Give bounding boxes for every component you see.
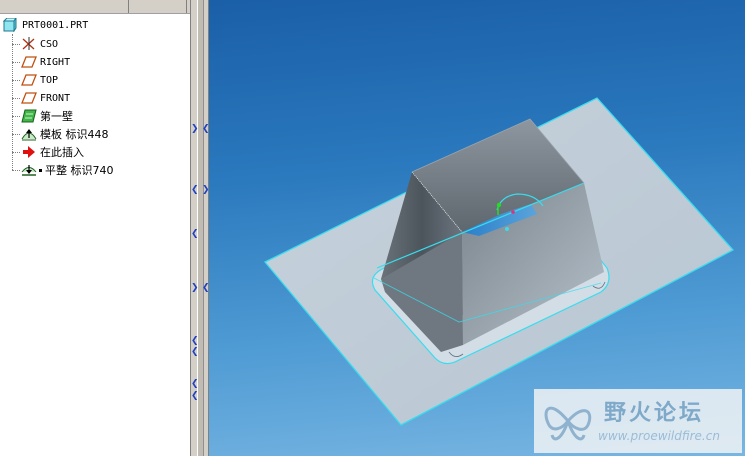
sheetmetal-model[interactable]: [209, 0, 745, 456]
tree-connector: [12, 34, 13, 170]
tree-item-first-wall[interactable]: 第一壁: [21, 107, 73, 125]
tree-connector: [12, 80, 20, 81]
tree-item-label: 模板 标识448: [40, 128, 109, 141]
tree-root-label: PRT0001.PRT: [22, 19, 89, 31]
tree-root-part[interactable]: PRT0001.PRT: [3, 16, 88, 34]
insert-here-arrow-icon: [21, 145, 37, 159]
first-wall-icon: [21, 109, 37, 123]
tree-item-front[interactable]: FRONT: [21, 89, 70, 107]
coordinate-origin-marker: [511, 210, 515, 214]
tree-item-label: 平整 标识740: [45, 164, 114, 177]
tree-item-label: FRONT: [40, 92, 71, 104]
header-separator: [186, 0, 187, 13]
splitter-arrow-icon: ❮: [191, 391, 199, 401]
suppressed-marker: [39, 168, 42, 172]
tree-connector: [12, 98, 20, 99]
tree-item-right[interactable]: RIGHT: [21, 53, 70, 71]
flatten-icon: [21, 163, 37, 177]
graphics-viewport[interactable]: 野火论坛 www.proewildfire.cn: [209, 0, 745, 456]
butterfly-logo-icon: [544, 406, 592, 441]
form-icon: [21, 127, 37, 141]
watermark-url: www.proewildfire.cn: [598, 429, 720, 443]
splitter-arrow-icon: ❮: [191, 379, 199, 389]
splitter-arrow-icon: ❮: [191, 229, 199, 239]
datum-plane-icon: [21, 91, 37, 105]
tree-connector: [12, 152, 20, 153]
coordinate-system-icon: [21, 37, 37, 51]
tree-item-cso[interactable]: CSO: [21, 35, 58, 53]
panel-splitter[interactable]: ❯ ❮ ❯ ❮ ❮ ❯ ❮ ❮ ❮ ❮ ❮: [191, 0, 210, 456]
splitter-arrow-icon: ❯: [191, 283, 199, 293]
tree-item-label: CSO: [40, 38, 59, 50]
forum-watermark: 野火论坛 www.proewildfire.cn: [534, 389, 742, 453]
tree-connector: [12, 170, 20, 171]
datum-plane-icon: [21, 73, 37, 87]
tree-item-label: 在此插入: [40, 146, 84, 159]
splitter-arrow-icon: ❯: [191, 124, 199, 134]
tree-item-label: TOP: [40, 74, 59, 86]
tree-connector: [12, 62, 20, 63]
tree-item-insert-here[interactable]: 在此插入: [21, 143, 84, 161]
tree-connector: [12, 116, 20, 117]
tree-connector: [12, 44, 20, 45]
tree-item-form[interactable]: 模板 标识448: [21, 125, 109, 143]
tree-item-flatten[interactable]: 平整 标识740: [21, 161, 114, 179]
header-separator: [128, 0, 129, 13]
tree-item-label: RIGHT: [40, 56, 71, 68]
watermark-title: 野火论坛: [604, 401, 705, 426]
coordinate-origin-marker: [505, 227, 509, 231]
coordinate-origin-marker: [496, 202, 502, 208]
splitter-arrow-icon: ❮: [191, 347, 199, 357]
tree-item-label: 第一壁: [40, 110, 73, 123]
tree-connector: [12, 134, 20, 135]
splitter-arrow-icon: ❮: [191, 336, 199, 346]
model-tree-header: [0, 0, 190, 14]
tree-item-top[interactable]: TOP: [21, 71, 58, 89]
splitter-arrow-icon: ❮: [191, 185, 199, 195]
model-tree-panel: PRT0001.PRT CSO RIGHT TOP FRONT 第一壁 模板 标…: [0, 0, 191, 456]
datum-plane-icon: [21, 55, 37, 69]
part-icon: [3, 18, 19, 32]
